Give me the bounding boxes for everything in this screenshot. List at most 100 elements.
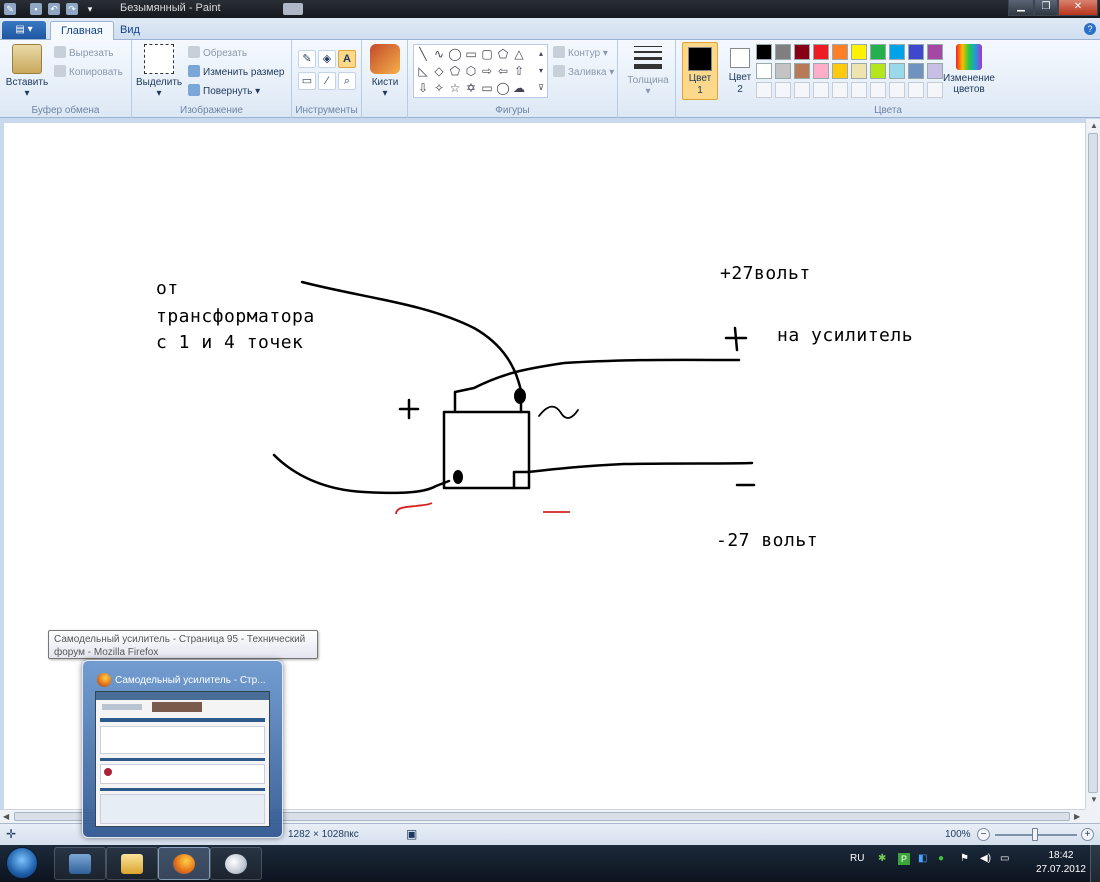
palette-swatch[interactable] — [889, 82, 905, 98]
show-desktop-button[interactable] — [1090, 845, 1100, 882]
tab-view[interactable]: Вид — [110, 21, 150, 40]
up-arrow-shape-icon[interactable]: ⇧ — [512, 64, 526, 78]
help-icon[interactable]: ? — [1084, 23, 1096, 35]
fill-bucket-icon[interactable]: ◈ — [318, 50, 336, 68]
line-shape-icon[interactable]: ╲ — [416, 47, 430, 61]
palette-swatch[interactable] — [870, 44, 886, 60]
polygon-shape-icon[interactable]: ⬠ — [496, 47, 510, 61]
select-button[interactable]: Выделить ▾ — [136, 44, 182, 99]
paint-menu-button[interactable]: ▤ ▾ — [2, 21, 46, 39]
scroll-up-icon[interactable]: ▲ — [1090, 121, 1098, 130]
tray-app-icon-1[interactable]: ✱ — [878, 853, 886, 864]
maximize-button[interactable]: ❐ — [1034, 0, 1058, 16]
callout-rect-shape-icon[interactable]: ▭ — [480, 81, 494, 95]
save-icon[interactable]: ▪ — [30, 3, 42, 15]
brushes-button[interactable]: Кисти ▾ — [368, 44, 402, 99]
palette-swatch[interactable] — [832, 82, 848, 98]
palette-swatch[interactable] — [775, 44, 791, 60]
palette-swatch[interactable] — [756, 44, 772, 60]
palette-swatch[interactable] — [870, 82, 886, 98]
rotate-button[interactable]: Повернуть ▾ — [188, 84, 260, 97]
palette-swatch[interactable] — [794, 82, 810, 98]
start-button[interactable] — [6, 847, 38, 879]
scroll-left-icon[interactable]: ◀ — [3, 812, 9, 821]
close-button[interactable]: ✕ — [1058, 0, 1098, 16]
magnifier-icon[interactable]: ⌕ — [338, 72, 356, 90]
text-tool-icon[interactable]: A — [338, 50, 356, 68]
copy-button[interactable]: Копировать — [54, 65, 123, 78]
palette-swatch[interactable] — [794, 44, 810, 60]
palette-swatch[interactable] — [908, 44, 924, 60]
palette-swatch[interactable] — [851, 63, 867, 79]
taskbar-paint[interactable] — [210, 847, 262, 880]
paste-button[interactable]: Вставить ▾ — [4, 44, 50, 99]
palette-swatch[interactable] — [851, 44, 867, 60]
palette-swatch[interactable] — [813, 63, 829, 79]
customize-arrow-icon[interactable]: ▾ — [84, 3, 96, 15]
undo-icon[interactable]: ↶ — [48, 3, 60, 15]
callout-cloud-shape-icon[interactable]: ☁ — [512, 81, 526, 95]
palette-swatch[interactable] — [794, 63, 810, 79]
palette-swatch[interactable] — [908, 82, 924, 98]
right-triangle-shape-icon[interactable]: ◺ — [416, 64, 430, 78]
eraser-icon[interactable]: ▭ — [298, 72, 316, 90]
zoom-slider-thumb[interactable] — [1032, 828, 1038, 841]
volume-icon[interactable]: ◀) — [980, 853, 991, 864]
tray-app-icon-2[interactable]: P — [898, 853, 910, 865]
redo-icon[interactable]: ↷ — [66, 3, 78, 15]
palette-swatch[interactable] — [813, 44, 829, 60]
tab-home[interactable]: Главная — [50, 21, 114, 40]
shapes-expand-icon[interactable]: ⊽ — [534, 81, 548, 95]
five-point-star-shape-icon[interactable]: ☆ — [448, 81, 462, 95]
left-arrow-shape-icon[interactable]: ⇦ — [496, 64, 510, 78]
color-picker-icon[interactable]: ⁄ — [318, 72, 336, 90]
taskbar-explorer[interactable] — [106, 847, 158, 880]
triangle-shape-icon[interactable]: △ — [512, 47, 526, 61]
palette-swatch[interactable] — [813, 82, 829, 98]
diamond-shape-icon[interactable]: ◇ — [432, 64, 446, 78]
palette-swatch[interactable] — [889, 63, 905, 79]
shapes-scroll-down-icon[interactable]: ▾ — [534, 64, 548, 78]
scroll-right-icon[interactable]: ▶ — [1074, 812, 1080, 821]
pencil-icon[interactable]: ✎ — [298, 50, 316, 68]
color1-button[interactable]: Цвет 1 — [682, 42, 718, 100]
zoom-out-button[interactable]: − — [977, 828, 990, 841]
vertical-scrollbar[interactable]: ▲ ▼ — [1085, 119, 1100, 809]
tray-app-icon-3[interactable]: ◧ — [918, 853, 927, 864]
palette-swatch[interactable] — [756, 63, 772, 79]
clock[interactable]: 18:42 27.07.2012 — [1036, 849, 1086, 877]
palette-swatch[interactable] — [889, 44, 905, 60]
minimize-button[interactable]: ▁ — [1008, 0, 1034, 16]
cut-button[interactable]: Вырезать — [54, 46, 113, 59]
vertical-scroll-thumb[interactable] — [1088, 133, 1098, 793]
palette-swatch[interactable] — [851, 82, 867, 98]
crop-button[interactable]: Обрезать — [188, 46, 247, 59]
zoom-in-button[interactable]: + — [1081, 828, 1094, 841]
language-indicator[interactable]: RU — [850, 853, 864, 864]
fill-button[interactable]: Заливка ▾ — [553, 65, 614, 78]
palette-swatch[interactable] — [775, 82, 791, 98]
resize-button[interactable]: Изменить размер — [188, 65, 284, 78]
rectangle-shape-icon[interactable]: ▭ — [464, 47, 478, 61]
curve-shape-icon[interactable]: ∿ — [432, 47, 446, 61]
palette-swatch[interactable] — [756, 82, 772, 98]
callout-oval-shape-icon[interactable]: ◯ — [496, 81, 510, 95]
four-point-star-shape-icon[interactable]: ✧ — [432, 81, 446, 95]
taskbar-show-desktop-app[interactable] — [54, 847, 106, 880]
palette-swatch[interactable] — [775, 63, 791, 79]
oval-shape-icon[interactable]: ◯ — [448, 47, 462, 61]
size-button[interactable]: Толщина ▾ — [626, 44, 670, 97]
down-arrow-shape-icon[interactable]: ⇩ — [416, 81, 430, 95]
firefox-thumbnail-preview[interactable]: Самодельный усилитель - Стр... — [82, 660, 283, 838]
palette-swatch[interactable] — [832, 63, 848, 79]
network-icon[interactable]: ▭ — [1000, 853, 1009, 864]
right-arrow-shape-icon[interactable]: ⇨ — [480, 64, 494, 78]
shapes-scroll-up-icon[interactable]: ▴ — [534, 47, 548, 61]
taskbar-firefox[interactable] — [158, 847, 210, 880]
palette-swatch[interactable] — [870, 63, 886, 79]
action-center-flag-icon[interactable]: ⚑ — [960, 853, 969, 864]
hexagon-shape-icon[interactable]: ⬡ — [464, 64, 478, 78]
six-point-star-shape-icon[interactable]: ✡ — [464, 81, 478, 95]
color2-button[interactable]: Цвет 2 — [722, 42, 758, 100]
outline-button[interactable]: Контур ▾ — [553, 46, 608, 59]
